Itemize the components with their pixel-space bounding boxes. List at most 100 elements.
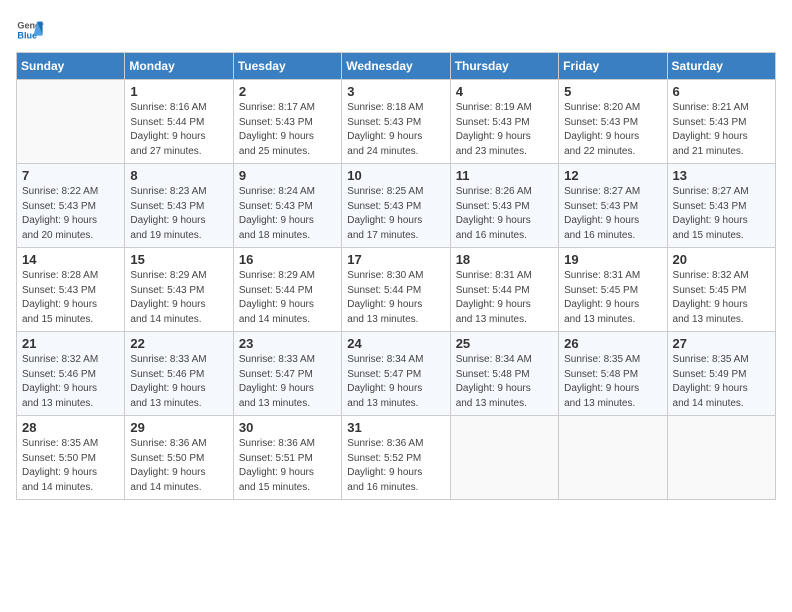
day-number: 18 [456, 252, 553, 267]
day-number: 6 [673, 84, 770, 99]
calendar-cell: 29Sunrise: 8:36 AM Sunset: 5:50 PM Dayli… [125, 416, 233, 500]
calendar-cell [559, 416, 667, 500]
logo: General Blue [16, 16, 46, 44]
day-number: 31 [347, 420, 444, 435]
calendar-cell: 24 Sunrise: 8:34 AM Sunset: 5:47 PM Dayli… [342, 332, 450, 416]
calendar-cell: 8 Sunrise: 8:23 AM Sunset: 5:43 PM Daylig… [125, 164, 233, 248]
day-info: Sunrise: 8:30 AM Sunset: 5:44 PM Dayligh… [347, 269, 444, 327]
day-info: Sunrise: 8:33 AM Sunset: 5:47 PM Dayligh… [239, 353, 336, 411]
day-info: Sunrise: 8:31 AM Sunset: 5:44 PM Dayligh… [456, 269, 553, 327]
day-info: Sunrise: 8:22 AM Sunset: 5:43 PM Dayligh… [22, 185, 119, 243]
day-header-friday: Friday [559, 53, 667, 80]
day-number: 27 [673, 336, 770, 351]
day-info: Sunrise: 8:26 AM Sunset: 5:43 PM Dayligh… [456, 185, 553, 243]
day-number: 11 [456, 168, 553, 183]
calendar-cell [667, 416, 775, 500]
day-info: Sunrise: 8:35 AM Sunset: 5:48 PM Dayligh… [564, 353, 661, 411]
day-header-thursday: Thursday [450, 53, 558, 80]
day-number: 2 [239, 84, 336, 99]
day-info: Sunrise: 8:23 AM Sunset: 5:43 PM Dayligh… [130, 185, 227, 243]
day-number: 28 [22, 420, 119, 435]
day-number: 7 [22, 168, 119, 183]
calendar-cell: 30Sunrise: 8:36 AM Sunset: 5:51 PM Dayli… [233, 416, 341, 500]
calendar-cell: 12 Sunrise: 8:27 AM Sunset: 5:43 PM Dayli… [559, 164, 667, 248]
calendar-cell: 7 Sunrise: 8:22 AM Sunset: 5:43 PM Daylig… [17, 164, 125, 248]
day-number: 1 [130, 84, 227, 99]
calendar-cell: 21 Sunrise: 8:32 AM Sunset: 5:46 PM Dayli… [17, 332, 125, 416]
calendar-cell: 27Sunrise: 8:35 AM Sunset: 5:49 PM Dayli… [667, 332, 775, 416]
calendar-cell: 3Sunrise: 8:18 AM Sunset: 5:43 PM Daylig… [342, 80, 450, 164]
day-info: Sunrise: 8:35 AM Sunset: 5:50 PM Dayligh… [22, 437, 119, 495]
calendar-cell: 22Sunrise: 8:33 AM Sunset: 5:46 PM Dayli… [125, 332, 233, 416]
calendar-week-row: 28 Sunrise: 8:35 AM Sunset: 5:50 PM Dayli… [17, 416, 776, 500]
day-info: Sunrise: 8:25 AM Sunset: 5:43 PM Dayligh… [347, 185, 444, 243]
calendar-week-row: 1 Sunrise: 8:16 AM Sunset: 5:44 PM Daylig… [17, 80, 776, 164]
calendar-week-row: 7 Sunrise: 8:22 AM Sunset: 5:43 PM Daylig… [17, 164, 776, 248]
day-info: Sunrise: 8:31 AM Sunset: 5:45 PM Dayligh… [564, 269, 661, 327]
day-number: 29 [130, 420, 227, 435]
day-info: Sunrise: 8:32 AM Sunset: 5:45 PM Dayligh… [673, 269, 770, 327]
day-info: Sunrise: 8:34 AM Sunset: 5:47 PM Dayligh… [347, 353, 444, 411]
day-info: Sunrise: 8:21 AM Sunset: 5:43 PM Dayligh… [673, 101, 770, 159]
day-info: Sunrise: 8:27 AM Sunset: 5:43 PM Dayligh… [673, 185, 770, 243]
day-info: Sunrise: 8:17 AM Sunset: 5:43 PM Dayligh… [239, 101, 336, 159]
day-info: Sunrise: 8:33 AM Sunset: 5:46 PM Dayligh… [130, 353, 227, 411]
day-number: 19 [564, 252, 661, 267]
day-number: 12 [564, 168, 661, 183]
day-number: 23 [239, 336, 336, 351]
day-number: 4 [456, 84, 553, 99]
calendar-cell: 10Sunrise: 8:25 AM Sunset: 5:43 PM Dayli… [342, 164, 450, 248]
day-header-saturday: Saturday [667, 53, 775, 80]
page-header: General Blue [16, 16, 776, 44]
calendar-cell: 17 Sunrise: 8:30 AM Sunset: 5:44 PM Dayli… [342, 248, 450, 332]
day-number: 9 [239, 168, 336, 183]
day-info: Sunrise: 8:28 AM Sunset: 5:43 PM Dayligh… [22, 269, 119, 327]
day-info: Sunrise: 8:29 AM Sunset: 5:43 PM Dayligh… [130, 269, 227, 327]
calendar-cell: 9 Sunrise: 8:24 AM Sunset: 5:43 PM Daylig… [233, 164, 341, 248]
calendar-header-row: SundayMondayTuesdayWednesdayThursdayFrid… [17, 53, 776, 80]
day-number: 13 [673, 168, 770, 183]
calendar-cell: 13 Sunrise: 8:27 AM Sunset: 5:43 PM Dayli… [667, 164, 775, 248]
day-info: Sunrise: 8:36 AM Sunset: 5:51 PM Dayligh… [239, 437, 336, 495]
calendar-cell: 31Sunrise: 8:36 AM Sunset: 5:52 PM Dayli… [342, 416, 450, 500]
day-number: 15 [130, 252, 227, 267]
day-info: Sunrise: 8:24 AM Sunset: 5:43 PM Dayligh… [239, 185, 336, 243]
calendar-cell: 20 Sunrise: 8:32 AM Sunset: 5:45 PM Dayli… [667, 248, 775, 332]
day-info: Sunrise: 8:18 AM Sunset: 5:43 PM Dayligh… [347, 101, 444, 159]
calendar-cell: 11 Sunrise: 8:26 AM Sunset: 5:43 PM Dayli… [450, 164, 558, 248]
calendar-table: SundayMondayTuesdayWednesdayThursdayFrid… [16, 52, 776, 500]
day-info: Sunrise: 8:20 AM Sunset: 5:43 PM Dayligh… [564, 101, 661, 159]
day-header-wednesday: Wednesday [342, 53, 450, 80]
day-number: 5 [564, 84, 661, 99]
calendar-week-row: 14 Sunrise: 8:28 AM Sunset: 5:43 PM Dayli… [17, 248, 776, 332]
day-info: Sunrise: 8:19 AM Sunset: 5:43 PM Dayligh… [456, 101, 553, 159]
day-info: Sunrise: 8:27 AM Sunset: 5:43 PM Dayligh… [564, 185, 661, 243]
day-number: 24 [347, 336, 444, 351]
calendar-cell: 18 Sunrise: 8:31 AM Sunset: 5:44 PM Dayli… [450, 248, 558, 332]
day-number: 26 [564, 336, 661, 351]
calendar-cell: 4 Sunrise: 8:19 AM Sunset: 5:43 PM Daylig… [450, 80, 558, 164]
calendar-cell: 15 Sunrise: 8:29 AM Sunset: 5:43 PM Dayli… [125, 248, 233, 332]
calendar-cell: 19 Sunrise: 8:31 AM Sunset: 5:45 PM Dayli… [559, 248, 667, 332]
day-number: 8 [130, 168, 227, 183]
calendar-cell: 25Sunrise: 8:34 AM Sunset: 5:48 PM Dayli… [450, 332, 558, 416]
calendar-cell: 6 Sunrise: 8:21 AM Sunset: 5:43 PM Daylig… [667, 80, 775, 164]
day-number: 14 [22, 252, 119, 267]
calendar-cell [450, 416, 558, 500]
day-header-sunday: Sunday [17, 53, 125, 80]
day-info: Sunrise: 8:16 AM Sunset: 5:44 PM Dayligh… [130, 101, 227, 159]
day-number: 16 [239, 252, 336, 267]
calendar-cell: 5 Sunrise: 8:20 AM Sunset: 5:43 PM Daylig… [559, 80, 667, 164]
calendar-week-row: 21 Sunrise: 8:32 AM Sunset: 5:46 PM Dayli… [17, 332, 776, 416]
calendar-cell: 14 Sunrise: 8:28 AM Sunset: 5:43 PM Dayli… [17, 248, 125, 332]
day-header-tuesday: Tuesday [233, 53, 341, 80]
day-number: 21 [22, 336, 119, 351]
calendar-cell [17, 80, 125, 164]
day-info: Sunrise: 8:32 AM Sunset: 5:46 PM Dayligh… [22, 353, 119, 411]
day-number: 17 [347, 252, 444, 267]
calendar-cell: 28 Sunrise: 8:35 AM Sunset: 5:50 PM Dayli… [17, 416, 125, 500]
calendar-cell: 2 Sunrise: 8:17 AM Sunset: 5:43 PM Daylig… [233, 80, 341, 164]
day-header-monday: Monday [125, 53, 233, 80]
calendar-cell: 26 Sunrise: 8:35 AM Sunset: 5:48 PM Dayli… [559, 332, 667, 416]
day-number: 20 [673, 252, 770, 267]
